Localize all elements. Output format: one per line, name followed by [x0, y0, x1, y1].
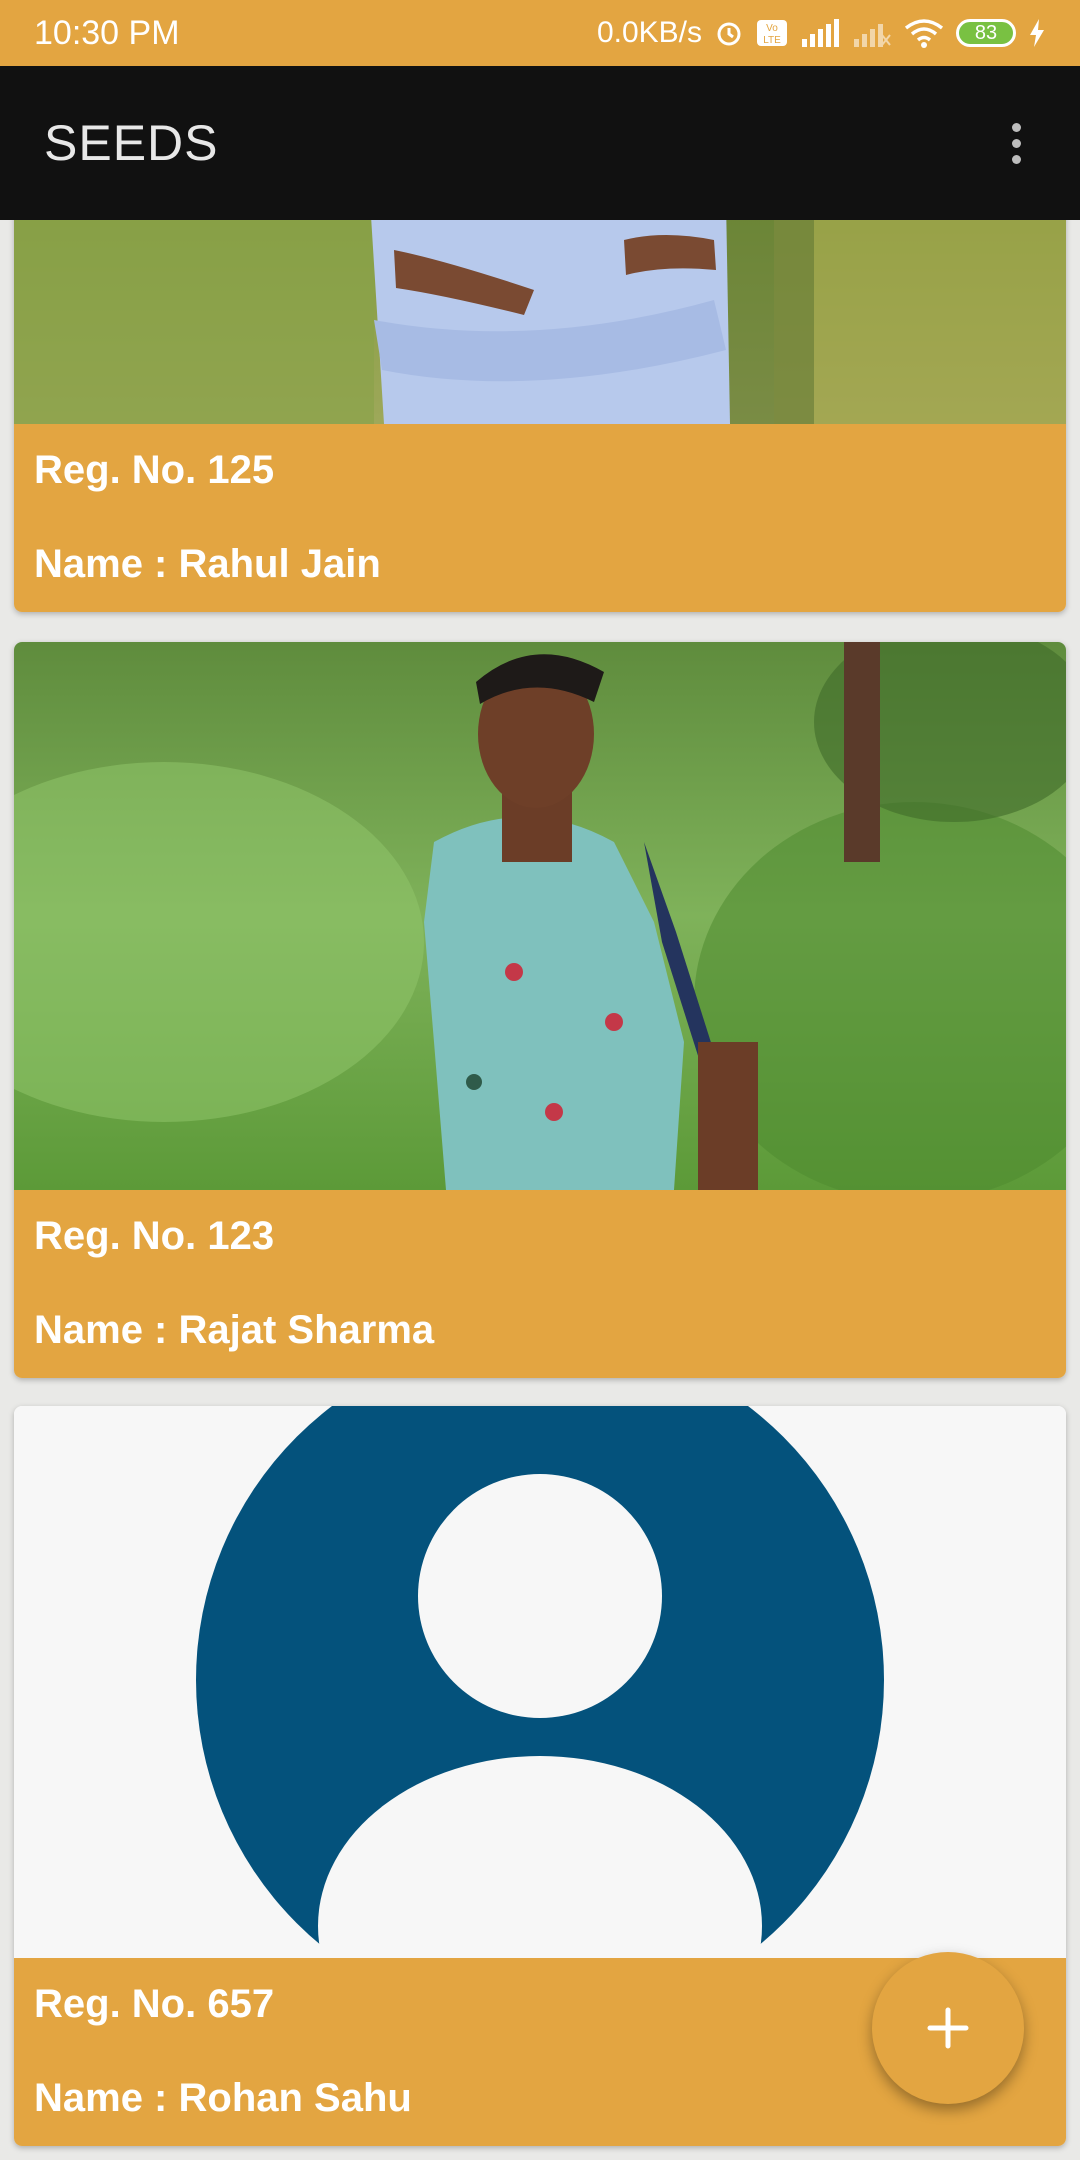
- charging-icon: [1028, 18, 1046, 48]
- card-info: Reg. No. 123 Name : Rajat Sharma: [14, 1190, 1066, 1378]
- app-title: SEEDS: [44, 115, 219, 171]
- default-avatar-icon: [14, 1406, 1066, 1958]
- card-info: Reg. No. 125 Name : Rahul Jain: [14, 424, 1066, 612]
- seed-list[interactable]: Reg. No. 125 Name : Rahul Jain Reg. No. …: [0, 220, 1080, 2160]
- registration-number: Reg. No. 125: [34, 448, 275, 492]
- alarm-icon: [714, 18, 744, 48]
- overflow-menu-icon[interactable]: [996, 113, 1036, 173]
- svg-text:LTE: LTE: [763, 35, 781, 46]
- seed-card[interactable]: Reg. No. 125 Name : Rahul Jain: [14, 220, 1066, 612]
- person-name: Name : Rahul Jain: [34, 542, 381, 586]
- person-name: Name : Rajat Sharma: [34, 1308, 435, 1352]
- status-icons: 0.0KB/s Vo LTE 83: [597, 16, 1046, 50]
- svg-text:Vo: Vo: [766, 23, 778, 34]
- app-bar: SEEDS: [0, 66, 1080, 220]
- signal-icon: [800, 19, 840, 47]
- seed-card[interactable]: Reg. No. 123 Name : Rajat Sharma: [14, 642, 1066, 1378]
- signal-no-service-icon: [852, 19, 892, 47]
- volte-icon: Vo LTE: [756, 19, 788, 47]
- registration-number: Reg. No. 657: [34, 1982, 275, 2026]
- wifi-icon: [904, 18, 944, 48]
- status-time: 10:30 PM: [34, 13, 180, 52]
- network-speed: 0.0KB/s: [596, 16, 702, 49]
- battery-icon: 83: [956, 19, 1016, 47]
- person-photo: [14, 220, 1066, 424]
- add-seed-button[interactable]: [872, 1952, 1024, 2104]
- registration-number: Reg. No. 123: [34, 1214, 275, 1258]
- person-name: Name : Rohan Sahu: [34, 2076, 412, 2120]
- person-photo: [14, 642, 1066, 1190]
- status-bar: 10:30 PM 0.0KB/s Vo LTE 83: [0, 0, 1080, 66]
- plus-icon: [927, 2007, 969, 2049]
